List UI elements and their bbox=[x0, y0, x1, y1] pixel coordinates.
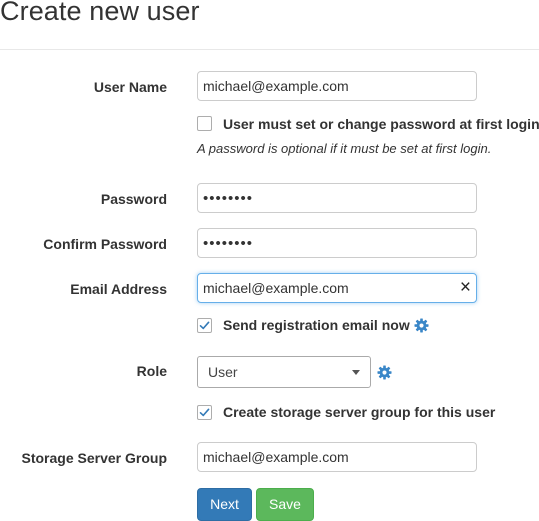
password-input[interactable]: •••••••• bbox=[197, 183, 477, 213]
send-registration-checkbox[interactable] bbox=[197, 318, 212, 333]
create-user-page: Create new user User Name michael@exampl… bbox=[0, 0, 539, 521]
gear-icon[interactable] bbox=[377, 365, 392, 380]
checkmark-icon bbox=[199, 408, 210, 417]
password-help-text: A password is optional if it must be set… bbox=[197, 141, 492, 156]
clear-icon[interactable]: × bbox=[460, 274, 471, 302]
confirm-password-value: •••••••• bbox=[203, 235, 254, 252]
email-value: michael@example.com bbox=[203, 280, 349, 296]
storage-server-group-value: michael@example.com bbox=[203, 449, 349, 465]
username-value: michael@example.com bbox=[203, 78, 349, 94]
next-button[interactable]: Next bbox=[197, 488, 252, 521]
create-storage-group-label: Create storage server group for this use… bbox=[223, 404, 496, 420]
confirm-password-input[interactable]: •••••••• bbox=[197, 228, 477, 258]
password-label: Password bbox=[100, 191, 167, 207]
email-label: Email Address bbox=[70, 281, 167, 297]
checkmark-icon bbox=[199, 321, 210, 330]
role-value: User bbox=[208, 364, 238, 380]
save-button[interactable]: Save bbox=[256, 488, 314, 521]
username-label: User Name bbox=[93, 79, 167, 95]
storage-server-group-input[interactable]: michael@example.com bbox=[197, 442, 477, 472]
must-change-password-label: User must set or change password at firs… bbox=[223, 116, 539, 132]
title-divider bbox=[0, 49, 539, 50]
gear-icon[interactable] bbox=[414, 318, 429, 333]
email-input[interactable]: michael@example.com × bbox=[197, 273, 477, 303]
confirm-password-label: Confirm Password bbox=[43, 236, 167, 252]
chevron-down-icon bbox=[352, 370, 360, 375]
send-registration-label: Send registration email now bbox=[223, 317, 410, 333]
storage-server-group-label: Storage Server Group bbox=[21, 450, 168, 466]
role-select[interactable]: User bbox=[197, 356, 371, 388]
password-value: •••••••• bbox=[203, 190, 254, 207]
role-label: Role bbox=[136, 363, 167, 379]
username-input[interactable]: michael@example.com bbox=[197, 71, 477, 101]
must-change-password-checkbox[interactable] bbox=[197, 116, 212, 131]
page-title: Create new user bbox=[0, 0, 200, 26]
create-storage-group-checkbox[interactable] bbox=[197, 405, 212, 420]
